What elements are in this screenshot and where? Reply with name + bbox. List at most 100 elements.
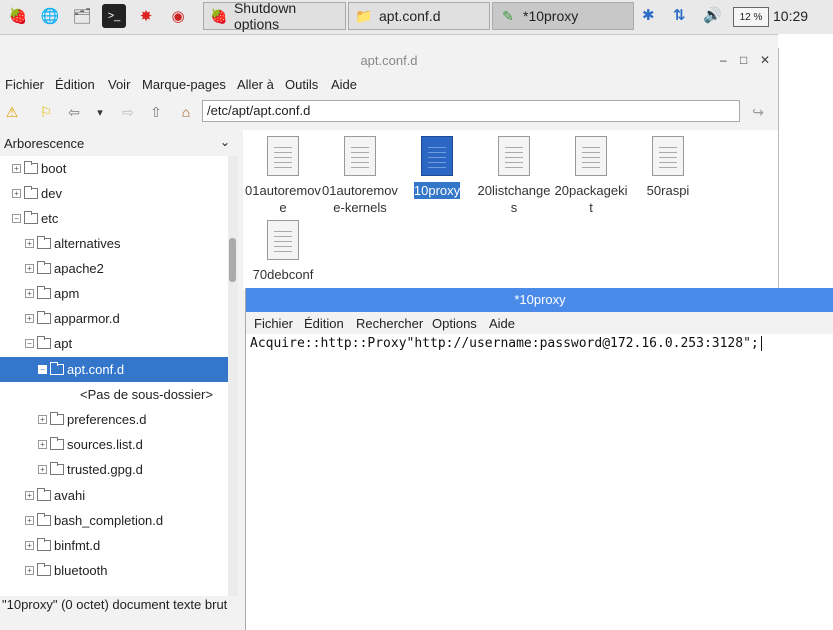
clock[interactable]: 10:29: [773, 8, 808, 24]
volume-icon[interactable]: 🔊: [703, 6, 722, 24]
folder-icon: [37, 563, 51, 576]
file-manager-icon[interactable]: 🗂: [70, 4, 94, 28]
tree-item-bluetooth[interactable]: + bluetooth: [0, 558, 228, 583]
expand-icon[interactable]: +: [25, 566, 34, 575]
home-icon[interactable]: ⌂: [176, 102, 196, 122]
expand-icon[interactable]: +: [38, 465, 47, 474]
tree-item-boot[interactable]: + boot: [0, 156, 228, 181]
tree-scrollbar[interactable]: [228, 156, 238, 596]
tree-item-etc[interactable]: − etc: [0, 206, 228, 231]
folder-icon: [37, 538, 51, 551]
file-item[interactable]: 70debconf: [245, 220, 321, 283]
task-10proxy[interactable]: ✎ *10proxy: [492, 2, 634, 30]
tree-item-label: preferences.d: [67, 412, 147, 427]
text-file-icon: [344, 136, 376, 176]
menu-options[interactable]: Options: [432, 316, 477, 331]
terminal-icon[interactable]: >_: [102, 4, 126, 28]
tree-item-apache2[interactable]: + apache2: [0, 256, 228, 281]
text-file-icon: [267, 136, 299, 176]
tree-item-apparmor-d[interactable]: + apparmor.d: [0, 306, 228, 331]
file-item-selected[interactable]: 10proxy: [399, 136, 475, 199]
back-icon[interactable]: ⇦: [64, 102, 84, 122]
menu-voir[interactable]: Voir: [108, 77, 130, 92]
web-browser-icon[interactable]: 🌐: [38, 4, 62, 28]
tree-item-empty: <Pas de sous-dossier>: [0, 382, 228, 407]
warning-icon[interactable]: ⚠: [2, 102, 22, 122]
chevron-down-icon[interactable]: ▾: [90, 102, 110, 122]
expand-icon[interactable]: +: [25, 314, 34, 323]
menu-edition[interactable]: Édition: [304, 316, 344, 331]
collapse-icon[interactable]: −: [12, 214, 21, 223]
expand-icon[interactable]: +: [25, 516, 34, 525]
tree-item-alternatives[interactable]: + alternatives: [0, 231, 228, 256]
tree-item-apt[interactable]: − apt: [0, 331, 228, 356]
tree-item-bash-completion-d[interactable]: + bash_completion.d: [0, 508, 228, 533]
menu-outils[interactable]: Outils: [285, 77, 318, 92]
close-icon[interactable]: ✕: [760, 53, 770, 67]
expand-icon[interactable]: +: [12, 189, 21, 198]
text-file-icon: [267, 220, 299, 260]
task-apt-conf-d[interactable]: 📁 apt.conf.d: [348, 2, 490, 30]
tree-item-label: apm: [54, 286, 80, 301]
folder-icon: [24, 186, 38, 199]
editor-title[interactable]: *10proxy: [246, 288, 833, 312]
maximize-icon[interactable]: □: [740, 53, 747, 67]
task-label: apt.conf.d: [379, 8, 441, 24]
bluetooth-icon[interactable]: ✱: [642, 6, 655, 24]
menu-marque-pages[interactable]: Marque-pages: [142, 77, 226, 92]
menu-fichier[interactable]: Fichier: [254, 316, 293, 331]
collapse-icon[interactable]: −: [38, 365, 47, 374]
menu-rechercher[interactable]: Rechercher: [356, 316, 423, 331]
expand-icon[interactable]: +: [38, 440, 47, 449]
tree-item-label: bluetooth: [54, 563, 108, 578]
tree-item-label: bash_completion.d: [54, 513, 164, 528]
expand-icon[interactable]: +: [38, 415, 47, 424]
tree-item-preferences-d[interactable]: + preferences.d: [0, 407, 228, 432]
tree-item-binfmt-d[interactable]: + binfmt.d: [0, 533, 228, 558]
minimize-icon[interactable]: –: [720, 53, 727, 67]
tree-item-label: binfmt.d: [54, 538, 101, 553]
expand-icon[interactable]: +: [12, 164, 21, 173]
file-item[interactable]: 50raspi: [630, 136, 706, 199]
path-input[interactable]: /etc/apt/apt.conf.d: [202, 100, 740, 122]
network-icon[interactable]: ⇅: [673, 6, 686, 24]
menu-aide[interactable]: Aide: [331, 77, 357, 92]
folder-icon: [24, 161, 38, 174]
collapse-icon[interactable]: −: [25, 339, 34, 348]
file-item[interactable]: 01autoremove-kernels: [322, 136, 398, 216]
mathematica-icon[interactable]: ✸: [134, 4, 158, 28]
menu-aide[interactable]: Aide: [489, 316, 515, 331]
tree-scrollbar-thumb[interactable]: [229, 238, 236, 282]
tree-item-trusted-gpg-d[interactable]: + trusted.gpg.d: [0, 457, 228, 482]
tree-item-label: apparmor.d: [54, 311, 120, 326]
raspberry-menu-icon[interactable]: 🍓: [6, 4, 30, 28]
file-item[interactable]: 01autoremove: [245, 136, 321, 216]
file-item[interactable]: 20listchanges: [476, 136, 552, 216]
folder-icon: 📁: [355, 7, 373, 24]
go-icon[interactable]: ↪: [748, 102, 768, 122]
text-editor-icon: ✎: [502, 7, 514, 24]
menu-aller-a[interactable]: Aller à: [237, 77, 274, 92]
battery-indicator[interactable]: 12 %: [733, 7, 769, 27]
menu-edition[interactable]: Édition: [55, 77, 95, 92]
file-item[interactable]: 20packagekit: [553, 136, 629, 216]
task-shutdown-options[interactable]: 🍓 Shutdown options: [203, 0, 346, 32]
file-name: 10proxy: [413, 182, 461, 199]
tree-item-sources-list-d[interactable]: + sources.list.d: [0, 432, 228, 457]
wolfram-icon[interactable]: ◉: [166, 4, 190, 28]
editor-text-area[interactable]: Acquire::http::Proxy"http://username:pas…: [250, 336, 762, 351]
tree-item-avahi[interactable]: + avahi: [0, 483, 228, 508]
tree-item-dev[interactable]: + dev: [0, 181, 228, 206]
bookmark-icon[interactable]: ⚐: [36, 102, 56, 122]
expand-icon[interactable]: +: [25, 264, 34, 273]
forward-icon[interactable]: ⇨: [118, 102, 138, 122]
expand-icon[interactable]: +: [25, 289, 34, 298]
expand-icon[interactable]: +: [25, 491, 34, 500]
expand-icon[interactable]: +: [25, 239, 34, 248]
up-icon[interactable]: ⇧: [146, 102, 166, 122]
sidebar-mode-select[interactable]: Arborescence ⌄: [0, 132, 238, 156]
tree-item-apm[interactable]: + apm: [0, 281, 228, 306]
expand-icon[interactable]: +: [25, 541, 34, 550]
tree-item-apt-conf-d[interactable]: − apt.conf.d: [0, 357, 228, 382]
menu-fichier[interactable]: Fichier: [5, 77, 44, 92]
